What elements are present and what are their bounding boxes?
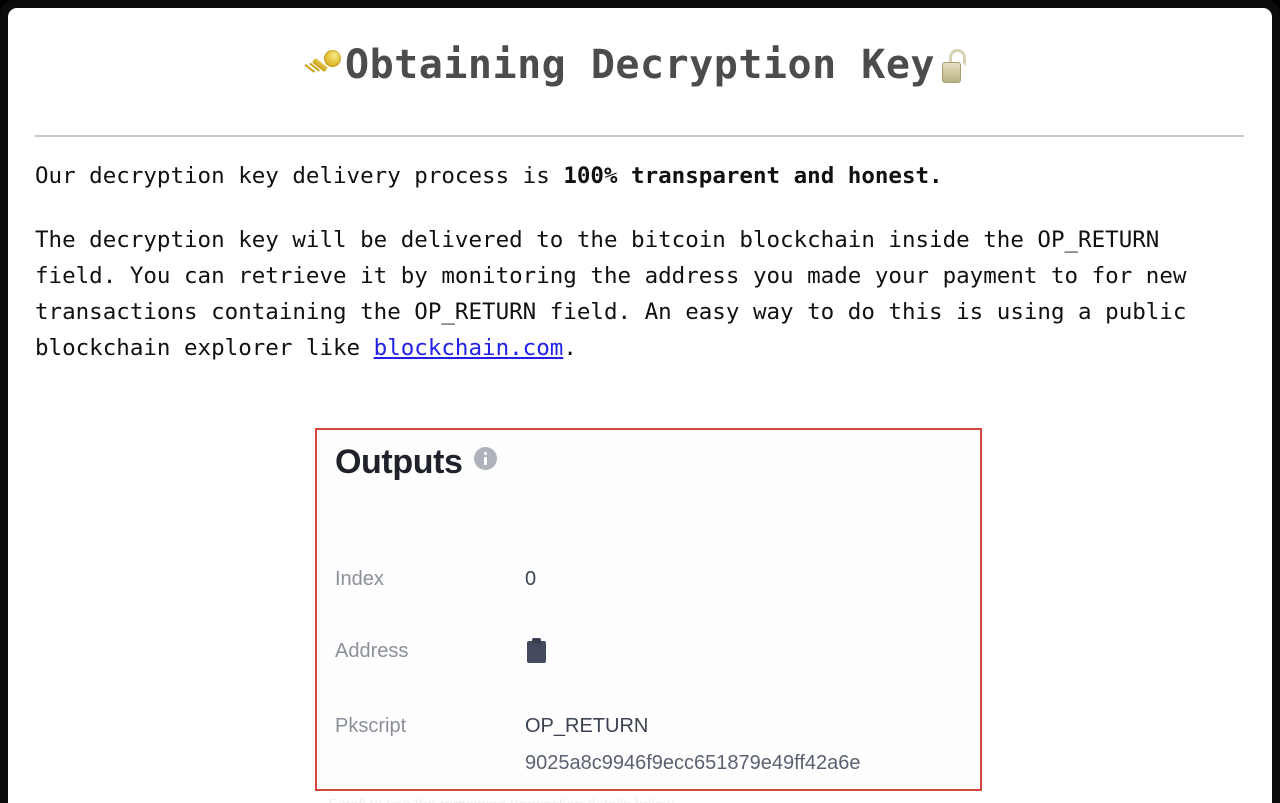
address-label: Address: [335, 640, 409, 662]
index-label: Index: [335, 568, 384, 590]
browser-window-frame: Obtaining Decryption Key Our decryption …: [0, 0, 1280, 803]
page-surface: Obtaining Decryption Key Our decryption …: [8, 8, 1272, 803]
page-title: Obtaining Decryption Key: [8, 42, 1272, 88]
clipboard-icon[interactable]: [527, 638, 546, 663]
index-value: 0: [525, 568, 537, 590]
info-circle-icon[interactable]: [473, 447, 497, 470]
pkscript-label: Pkscript: [335, 715, 407, 737]
outputs-card: Outputs Index 0 Address Pkscript OP_RETU…: [317, 430, 980, 789]
outputs-heading: Outputs: [335, 443, 497, 482]
intro-paragraph: Our decryption key delivery process is 1…: [35, 158, 1247, 194]
outputs-highlight-box: Outputs Index 0 Address Pkscript OP_RETU…: [315, 428, 982, 791]
outputs-heading-text: Outputs: [335, 443, 463, 481]
pkscript-hex-data: 9025a8c9946f9ecc651879e49ff42a6e: [525, 752, 861, 774]
delivery-paragraph: The decryption key will be delivered to …: [35, 222, 1247, 366]
delivery-text-part2: .: [563, 335, 577, 361]
key-icon: [307, 47, 345, 85]
open-padlock-icon: [935, 47, 973, 85]
title-divider: [35, 135, 1244, 137]
delivery-text-part1: The decryption key will be delivered to …: [35, 227, 1187, 361]
page-title-text: Obtaining Decryption Key: [345, 42, 935, 88]
intro-text-plain: Our decryption key delivery process is: [35, 163, 564, 189]
intro-text-bold: 100% transparent and honest.: [563, 163, 943, 189]
pkscript-opcode: OP_RETURN: [525, 715, 649, 737]
below-fold-text: Scroll to see the remaining transaction …: [328, 796, 968, 803]
blockchain-explorer-link[interactable]: blockchain.com: [374, 335, 564, 361]
